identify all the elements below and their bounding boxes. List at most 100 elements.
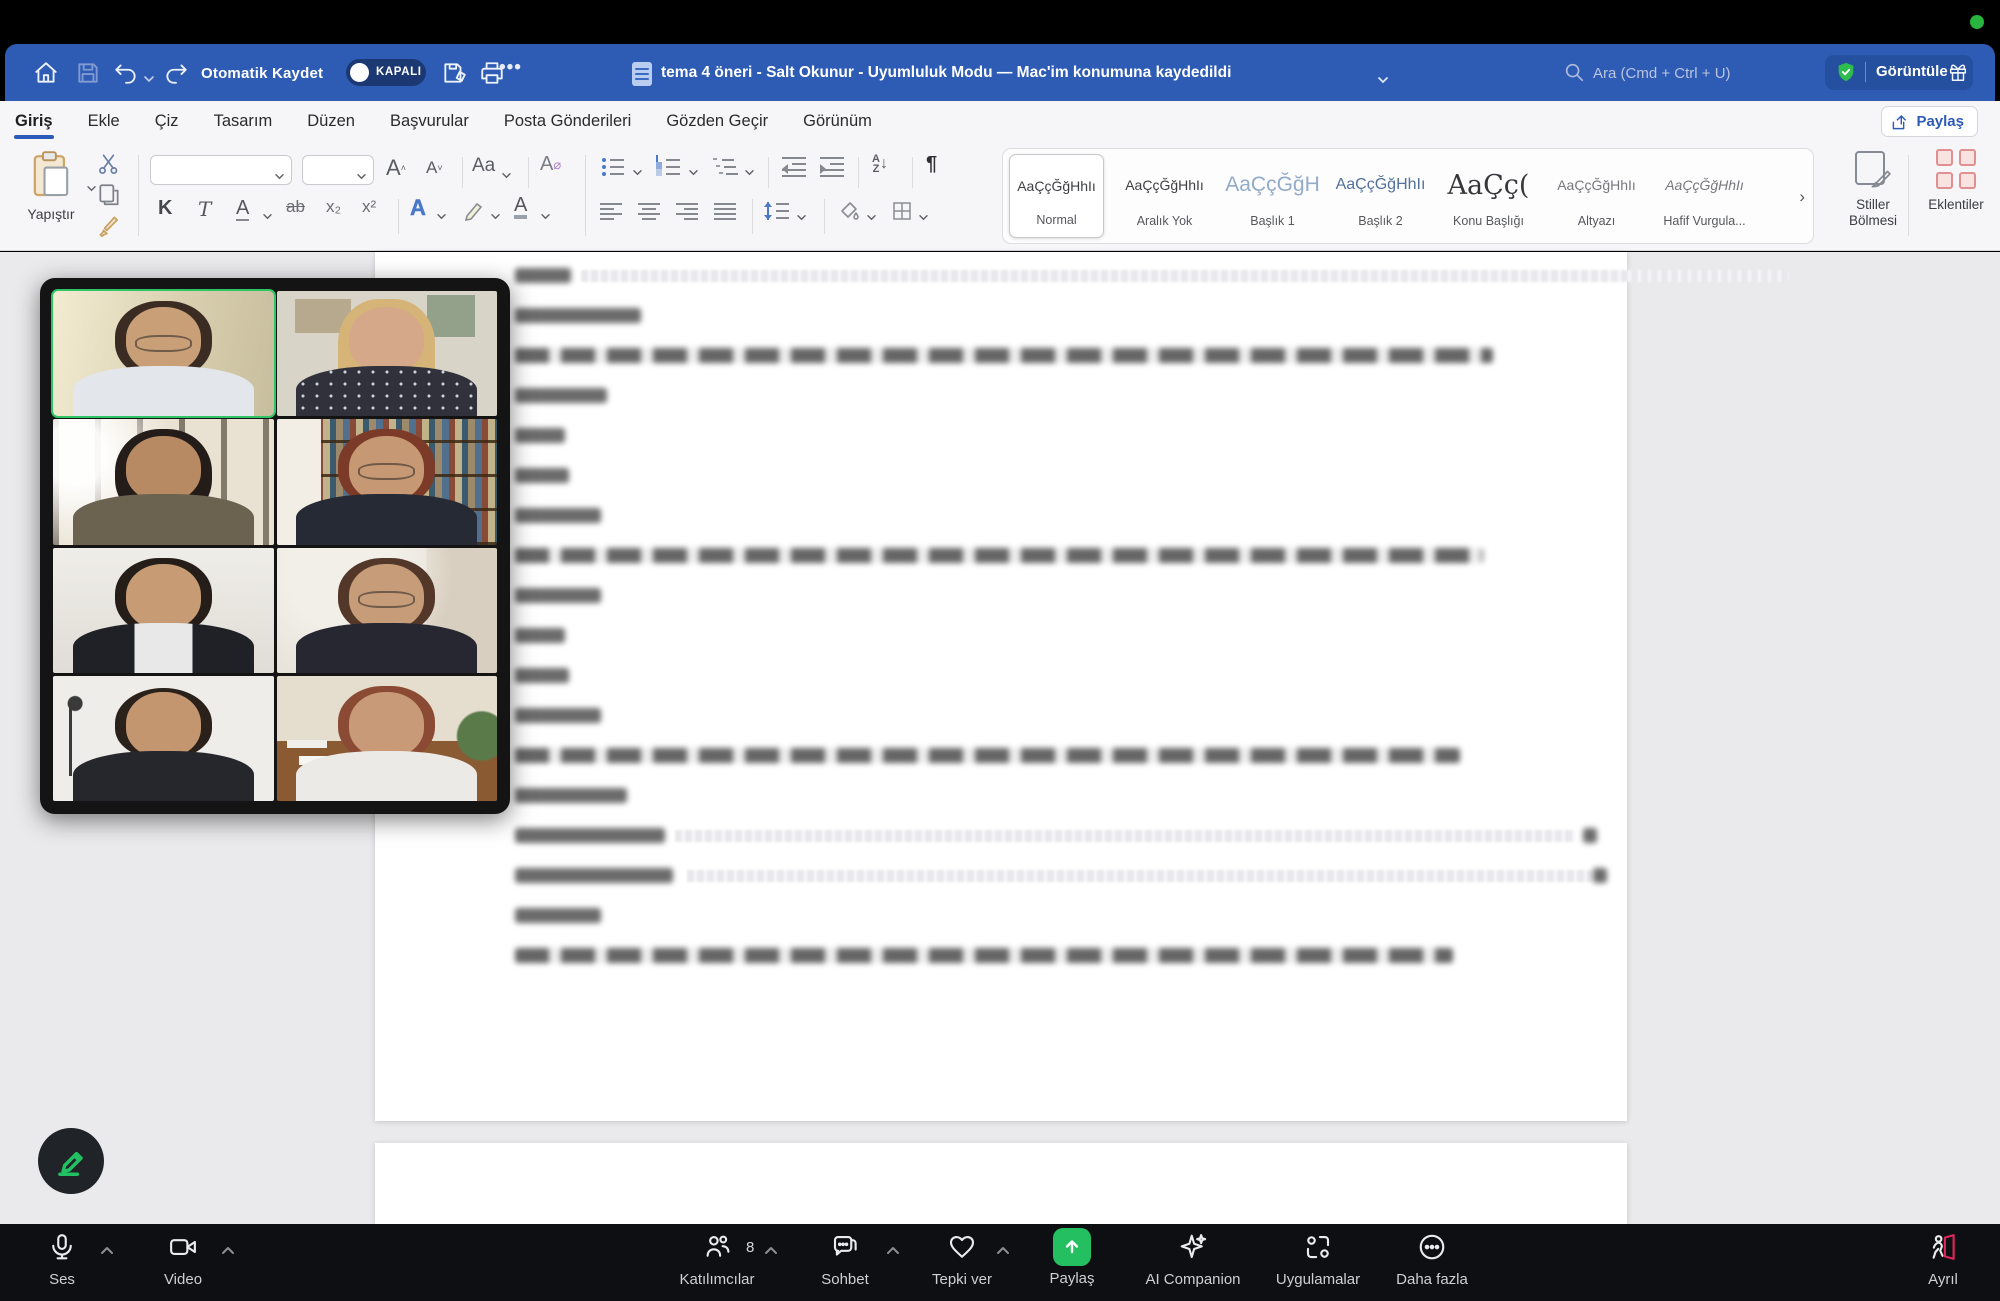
copy-icon[interactable]	[96, 195, 122, 212]
multilevel-list-caret[interactable]	[744, 163, 755, 170]
highlight-button[interactable]	[462, 199, 486, 223]
reactions-menu-caret[interactable]	[996, 1242, 1010, 1251]
style-altyazi[interactable]: AaÇçĞğHhIı Altyazı	[1549, 154, 1644, 238]
participant-video-6[interactable]	[277, 548, 498, 673]
title-menu-caret[interactable]	[1377, 71, 1389, 79]
home-icon[interactable]	[33, 60, 59, 86]
tab-giris[interactable]: Giriş	[14, 104, 54, 139]
align-right-icon[interactable]	[676, 201, 700, 223]
autosave-toggle[interactable]: KAPALI	[346, 59, 426, 86]
increase-indent-icon[interactable]	[820, 156, 846, 178]
document-page-2[interactable]	[375, 1143, 1627, 1225]
sort-icon[interactable]: AZ↓	[872, 154, 888, 174]
document-title[interactable]: tema 4 öneri - Salt Okunur - Uyumluluk M…	[661, 64, 1231, 82]
subscript-button[interactable]: x₂	[326, 197, 341, 217]
addins-button[interactable]: Eklentiler	[1918, 149, 1994, 213]
paste-button[interactable]: Yapıştır	[18, 149, 84, 243]
change-case-button[interactable]: Aa	[472, 155, 512, 177]
participant-video-5[interactable]	[53, 548, 274, 673]
line-spacing-icon[interactable]	[766, 201, 792, 223]
style-hafif-vurgulama[interactable]: AaÇçĞğHhIı Hafif Vurgula...	[1657, 154, 1752, 238]
tab-gozden-gecir[interactable]: Gözden Geçir	[665, 104, 769, 139]
cut-icon[interactable]	[96, 164, 122, 181]
participants-menu-caret[interactable]	[764, 1242, 778, 1251]
participant-video-3[interactable]	[53, 419, 274, 544]
style-konu-basligi[interactable]: AaÇç( Konu Başlığı	[1441, 154, 1536, 238]
clear-formatting-button[interactable]: A⌀	[540, 153, 561, 176]
participant-video-7[interactable]	[53, 676, 274, 801]
participant-video-8[interactable]	[277, 676, 498, 801]
tab-ciz[interactable]: Çiz	[154, 104, 180, 139]
annotate-pencil-button[interactable]	[38, 1128, 104, 1194]
tab-duzen[interactable]: Düzen	[306, 104, 356, 139]
video-menu-caret[interactable]	[221, 1242, 235, 1251]
superscript-button[interactable]: x²	[362, 197, 376, 217]
participants-button[interactable]: Katılımcılar	[657, 1230, 777, 1288]
numbered-list-caret[interactable]	[688, 163, 699, 170]
more-commands-icon[interactable]: •••	[499, 57, 522, 79]
decrease-indent-icon[interactable]	[782, 156, 808, 178]
justify-icon[interactable]	[714, 201, 738, 223]
save-as-icon[interactable]	[441, 60, 467, 86]
undo-menu-caret[interactable]	[143, 70, 155, 78]
audio-button[interactable]: Ses	[2, 1230, 122, 1288]
undo-icon[interactable]	[113, 60, 139, 86]
reactions-button[interactable]: Tepki ver	[902, 1230, 1022, 1288]
ai-companion-button[interactable]: AI Companion	[1133, 1230, 1253, 1288]
style-baslik-2[interactable]: AaÇçĞğHhIı Başlık 2	[1333, 154, 1428, 238]
strikethrough-button[interactable]: ab	[286, 197, 305, 217]
borders-icon[interactable]	[890, 199, 914, 223]
tab-tasarim[interactable]: Tasarım	[213, 104, 274, 139]
apps-button[interactable]: Uygulamalar	[1258, 1230, 1378, 1288]
leave-meeting-button[interactable]: Ayrıl	[1883, 1230, 2000, 1288]
shrink-font-button[interactable]: A˅	[426, 158, 443, 178]
search-input[interactable]	[1591, 58, 1796, 88]
italic-button[interactable]: T	[198, 197, 211, 221]
view-mode-group[interactable]: Görüntüle	[1825, 55, 1973, 90]
align-left-icon[interactable]	[600, 201, 624, 223]
participant-video-1-active-speaker[interactable]	[53, 291, 274, 416]
video-button[interactable]: Video	[123, 1230, 243, 1288]
bold-button[interactable]: K	[158, 197, 172, 220]
underline-menu-caret[interactable]	[262, 207, 273, 214]
tab-posta-gonderileri[interactable]: Posta Gönderileri	[503, 104, 632, 139]
audio-menu-caret[interactable]	[100, 1242, 114, 1251]
save-icon[interactable]	[75, 60, 101, 86]
document-page-1[interactable]	[375, 252, 1627, 1121]
share-screen-button[interactable]: Paylaş	[1012, 1230, 1132, 1287]
font-color-button[interactable]: A	[514, 195, 527, 219]
style-normal[interactable]: AaÇçĞğHhIı Normal	[1009, 154, 1104, 238]
text-effects-caret[interactable]	[436, 207, 447, 214]
multilevel-list-icon[interactable]	[712, 156, 738, 178]
chat-menu-caret[interactable]	[886, 1242, 900, 1251]
align-center-icon[interactable]	[638, 201, 662, 223]
grow-font-button[interactable]: A˄	[386, 155, 406, 181]
style-aralik-yok[interactable]: AaÇçĞğHhIı Aralık Yok	[1117, 154, 1212, 238]
more-button[interactable]: Daha fazla	[1372, 1230, 1492, 1288]
line-spacing-caret[interactable]	[796, 208, 807, 215]
chat-button[interactable]: Sohbet	[785, 1230, 905, 1288]
bullet-list-icon[interactable]	[600, 156, 626, 178]
format-painter-icon[interactable]	[96, 226, 122, 243]
bullet-list-caret[interactable]	[632, 163, 643, 170]
styles-pane-button[interactable]: StillerBölmesi	[1838, 149, 1908, 229]
redo-icon[interactable]	[163, 60, 189, 86]
style-baslik-1[interactable]: AaÇçĞğH Başlık 1	[1225, 154, 1320, 238]
styles-scroll-arrow[interactable]: ›	[1799, 187, 1805, 207]
participant-video-4[interactable]	[277, 419, 498, 544]
font-size-combo[interactable]	[302, 155, 374, 185]
shading-icon[interactable]	[838, 199, 862, 223]
text-effects-button[interactable]: A	[410, 195, 426, 221]
tab-ekle[interactable]: Ekle	[87, 104, 121, 139]
font-name-combo[interactable]	[150, 155, 292, 185]
video-gallery-panel[interactable]	[40, 278, 510, 814]
shading-caret[interactable]	[866, 208, 877, 215]
numbered-list-icon[interactable]	[656, 156, 682, 178]
highlight-caret[interactable]	[490, 207, 501, 214]
share-document-button[interactable]: Paylaş	[1881, 106, 1978, 137]
font-color-caret[interactable]	[540, 207, 551, 214]
tab-basvurular[interactable]: Başvurular	[389, 104, 470, 139]
participant-video-2[interactable]	[277, 291, 498, 416]
tab-gorunum[interactable]: Görünüm	[802, 104, 873, 139]
underline-button[interactable]: A	[236, 197, 249, 221]
